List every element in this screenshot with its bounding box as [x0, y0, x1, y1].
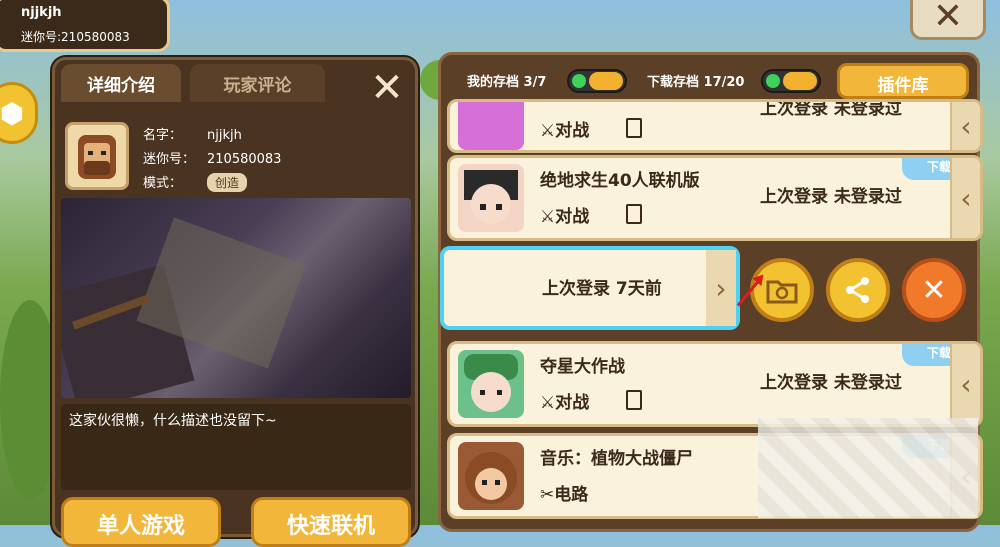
mode-badge: 创造	[207, 173, 248, 192]
mode-label: 模式：	[143, 176, 183, 191]
chevron-left-icon[interactable]: ‹	[950, 158, 980, 238]
avatar-face-icon	[78, 135, 116, 179]
author-info: 名字： njjkjh 迷你号： 210580083 模式： 创造	[65, 122, 405, 202]
background-foliage	[0, 300, 60, 500]
info-name-row: 名字： njjkjh	[143, 124, 242, 143]
wrench-icon: ✂	[540, 485, 555, 505]
save-card[interactable]: ⚔对战 上次登录 未登录过 ‹	[447, 99, 983, 153]
save-thumbnail	[458, 164, 524, 232]
save-card[interactable]: 夺星大作战 ⚔对战 上次登录 未登录过 下载 ‹	[447, 341, 983, 427]
share-icon	[846, 277, 869, 303]
save-mode: ✂电路	[540, 485, 589, 505]
save-mode: ⚔对战	[540, 121, 590, 141]
delete-button[interactable]: ✕	[902, 258, 966, 322]
profile-mini-id: 迷你号:210580083	[21, 30, 130, 44]
mini-label: 迷你号：	[143, 152, 196, 167]
tab-player-comments[interactable]: 玩家评论	[190, 64, 325, 102]
tab-details[interactable]: 详细介绍	[61, 64, 181, 102]
chevron-right-icon[interactable]: ›	[706, 250, 736, 326]
avatar	[65, 122, 129, 190]
map-preview-image	[61, 198, 411, 398]
save-last-login: 上次登录 未登录过	[760, 99, 902, 119]
swords-icon: ⚔	[540, 393, 556, 413]
folder-restore-icon	[766, 280, 798, 304]
save-last-login: 上次登录 未登录过	[760, 187, 902, 207]
quick-multiplayer-button[interactable]: 快速联机	[251, 497, 411, 547]
name-label: 名字：	[143, 128, 183, 143]
save-thumbnail	[458, 350, 524, 418]
swords-icon: ⚔	[540, 121, 556, 141]
my-saves-label[interactable]: 我的存档 3/7	[467, 71, 546, 90]
single-player-button[interactable]: 单人游戏	[61, 497, 221, 547]
plugin-library-button[interactable]: 插件库	[837, 63, 969, 99]
save-tabs-bar: 我的存档 3/7 下载存档 17/20 插件库	[441, 61, 977, 99]
top-close-button[interactable]: ✕	[910, 0, 986, 40]
share-button[interactable]	[826, 258, 890, 322]
close-icon: ✕	[932, 0, 964, 37]
my-saves-toggle[interactable]	[567, 69, 627, 93]
delete-icon: ✕	[921, 272, 947, 308]
save-thumbnail	[458, 102, 524, 150]
map-description: 这家伙很懒，什么描述也没留下~	[61, 404, 411, 490]
close-icon[interactable]: ✕	[367, 68, 407, 108]
profile-chip[interactable]: njjkjh 迷你号:210580083	[0, 0, 170, 52]
save-mode: ⚔对战	[540, 393, 590, 413]
save-title: 音乐：植物大战僵尸	[540, 449, 693, 469]
profile-name: njjkjh	[21, 5, 62, 20]
watermark-blur	[758, 418, 978, 518]
save-mode: ⚔对战	[540, 207, 590, 227]
hexagon-menu-button[interactable]: ⬢	[0, 82, 38, 144]
save-card[interactable]: 绝地求生40人联机版 ⚔对战 上次登录 未登录过 下载 ‹	[447, 155, 983, 241]
save-last-login: 上次登录 未登录过	[760, 373, 902, 393]
info-mini-row: 迷你号： 210580083	[143, 148, 281, 167]
save-title: 绝地求生40人联机版	[540, 171, 700, 191]
document-icon	[626, 204, 642, 224]
hexagon-icon: ⬢	[0, 96, 25, 130]
save-title: 夺星大作战	[540, 357, 625, 377]
swords-icon: ⚔	[540, 207, 556, 227]
map-detail-panel: 详细介绍 玩家评论 ✕ 名字： njjkjh 迷你号： 210580083 模式： 创…	[52, 57, 418, 547]
document-icon	[626, 390, 642, 410]
mini-value: 210580083	[207, 152, 282, 167]
save-last-login: 上次登录 7天前	[542, 279, 662, 299]
chevron-left-icon[interactable]: ‹	[950, 344, 980, 424]
downloads-label[interactable]: 下载存档 17/20	[647, 71, 744, 90]
selected-save-card[interactable]: 上次登录 7天前 ›	[440, 246, 740, 330]
info-mode-row: 模式： 创造	[143, 172, 248, 192]
chevron-left-icon[interactable]: ‹	[950, 102, 980, 150]
folder-restore-button[interactable]	[750, 258, 814, 322]
save-thumbnail	[458, 442, 524, 510]
document-icon	[626, 118, 642, 138]
name-value: njjkjh	[207, 128, 242, 143]
downloads-toggle[interactable]	[761, 69, 821, 93]
